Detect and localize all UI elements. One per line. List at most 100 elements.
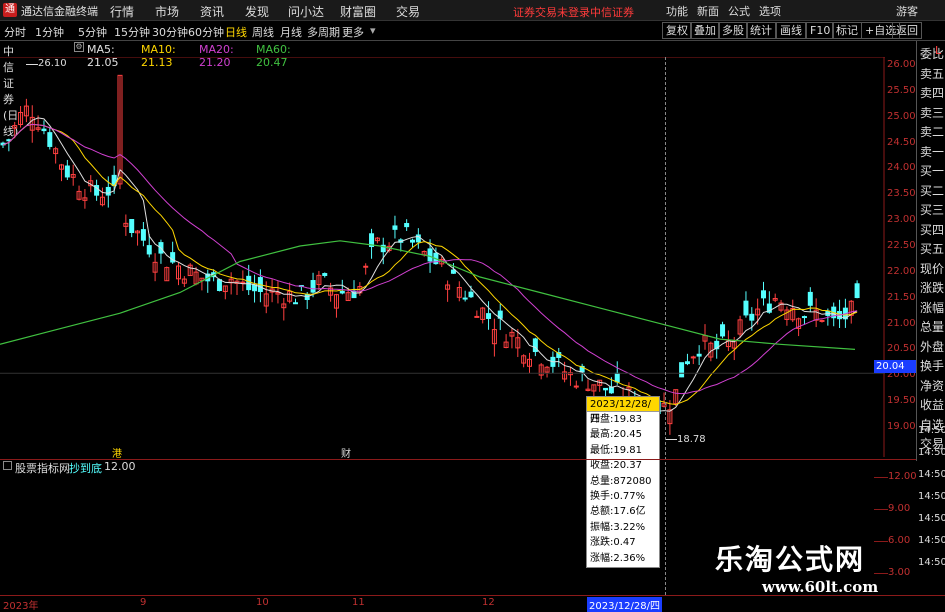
quote-panel: 委比 卖五 卖四 卖三 卖二 卖一 买一 买二 买三 买四 买五 现价 涨跌 涨幅 总量 外盘 换手 净资 收益 自选… (916, 41, 945, 461)
x-tick: 2023年 (3, 601, 39, 612)
quote-label: 委比 (920, 47, 945, 61)
menu-ask[interactable]: 问小达 (288, 3, 324, 20)
candle-body (761, 290, 766, 299)
period-5min[interactable]: 5分钟 (78, 24, 107, 40)
candle-body (819, 319, 825, 322)
time-axis: 2023年 9 10 11 12 2023/12/28/四 (0, 595, 945, 612)
multi-stock-button[interactable]: 多股 (718, 22, 748, 39)
candle-body (696, 353, 702, 357)
menu-formula[interactable]: 公式 (728, 3, 750, 19)
price-axis: 26.00 25.50 25.00 24.50 24.00 23.50 23.00 22.50… (885, 57, 916, 457)
x-cursor-date: 2023/12/28/四 (587, 597, 663, 612)
quote-label: 外盘 (920, 339, 945, 354)
period-1min[interactable]: 1分钟 (35, 24, 64, 40)
candle-body (690, 356, 696, 359)
x-tick: 12 (482, 597, 495, 608)
low-pointer (666, 439, 677, 440)
settings-icon[interactable]: ⚙ (74, 42, 84, 52)
candle-body (392, 225, 398, 230)
period-weekly[interactable]: 周线 (252, 24, 274, 40)
price-tick: 21.00 (887, 317, 916, 329)
ind-axis-label: 3.00 (888, 567, 911, 578)
menu-discover[interactable]: 发现 (245, 3, 269, 20)
price-tick: 24.00 (887, 162, 916, 174)
mark-button[interactable]: 标记 (832, 22, 862, 39)
draw-line-button[interactable]: 画线 (776, 22, 806, 39)
candlestick-chart[interactable] (0, 57, 885, 457)
menu-news[interactable]: 资讯 (200, 3, 224, 20)
quote-label: 买五 (920, 242, 945, 256)
menu-options[interactable]: 选项 (759, 3, 781, 19)
menu-market[interactable]: 行情 (110, 3, 134, 20)
statistics-button[interactable]: 统计 (746, 22, 776, 39)
period-more[interactable]: 更多 (342, 24, 364, 40)
ind-axis-tick (874, 477, 888, 478)
adjust-button[interactable]: 复权 (662, 22, 692, 39)
overlay-button[interactable]: 叠加 (690, 22, 720, 39)
candle-body (468, 291, 474, 298)
candle-body (293, 302, 298, 305)
candle-body (608, 386, 614, 394)
more-dropdown-icon[interactable]: ▾ (370, 24, 376, 37)
menu-wealth[interactable]: 财富圈 (340, 3, 376, 20)
candle-body (64, 165, 70, 178)
event-marker-finance[interactable]: 财 (341, 445, 351, 460)
watermark-url: www.60lt.com (762, 578, 879, 596)
candle-body (614, 372, 620, 383)
candle-body (474, 315, 480, 318)
period-60min[interactable]: 60分钟 (188, 24, 224, 40)
high-price-label: 26.10 (38, 58, 67, 69)
app-title: 通达信金融终端 (21, 5, 98, 18)
broker-name: 中信证券 (590, 6, 634, 19)
candle-body (310, 280, 316, 293)
period-15min[interactable]: 15分钟 (114, 24, 150, 40)
app-logo-icon: 通 (3, 3, 17, 17)
price-tick: 22.50 (887, 240, 916, 251)
price-tick: 21.50 (887, 291, 916, 303)
candle-body (410, 239, 415, 243)
strip-time: 14:50 (918, 535, 945, 546)
indicator-axis: 12.00 9.00 6.00 3.00 (874, 459, 917, 595)
candle-body (450, 269, 456, 274)
title-bar: 通 通达信金融终端 行情 市场 资讯 发现 问小达 财富圈 交易 证券交易未登录… (0, 0, 945, 21)
candle-body (807, 291, 813, 306)
ind-axis-tick (874, 573, 888, 574)
login-warning[interactable]: 证券交易未登录 (513, 4, 590, 20)
menu-trade[interactable]: 交易 (396, 3, 420, 20)
quote-label: 净资 (920, 378, 945, 393)
menu-marketplace[interactable]: 市场 (155, 3, 179, 20)
candle-body (684, 361, 690, 365)
ma60-line (0, 240, 856, 350)
price-tick: 25.50 (887, 84, 916, 96)
period-monthly[interactable]: 月线 (280, 24, 302, 40)
price-tick: 26.00 (887, 59, 916, 70)
period-multi[interactable]: 多周期 (307, 24, 340, 40)
back-button[interactable]: 返回 (892, 22, 922, 39)
ind-axis-tick (874, 541, 888, 542)
period-timeshare[interactable]: 分时 (4, 24, 26, 40)
quote-label: 买三 (920, 203, 945, 217)
menu-function[interactable]: 功能 (666, 3, 688, 19)
price-tick: 25.00 (887, 110, 916, 122)
candle-body (404, 223, 410, 228)
current-price-tag: 20.04 (874, 360, 916, 373)
f10-button[interactable]: F10 (806, 22, 835, 39)
indicator-value: 12.00 (104, 460, 136, 473)
ind-axis-label: 9.00 (888, 503, 911, 514)
indicator-name[interactable]: 股票指标网 (15, 460, 70, 476)
tooltip-open: 开盘:19.83 (590, 414, 642, 425)
period-30min[interactable]: 30分钟 (152, 24, 188, 40)
quote-label: 涨跌 (920, 281, 945, 295)
collapse-marker[interactable]: L (935, 44, 941, 57)
indicator-settings-icon[interactable] (3, 461, 12, 470)
menu-new-page[interactable]: 新面 (697, 3, 719, 19)
quote-label: 卖四 (920, 86, 945, 100)
period-daily[interactable]: 日线 (225, 24, 247, 40)
low-price-label: 18.78 (677, 434, 706, 445)
strip-time: 14:50 (918, 425, 945, 436)
guest-user[interactable]: 游客 (896, 3, 918, 19)
candle-body (854, 283, 860, 299)
ind-axis-label: 12.00 (888, 471, 917, 482)
event-marker-hk[interactable]: 港 (112, 445, 122, 460)
candle-body (339, 290, 345, 294)
